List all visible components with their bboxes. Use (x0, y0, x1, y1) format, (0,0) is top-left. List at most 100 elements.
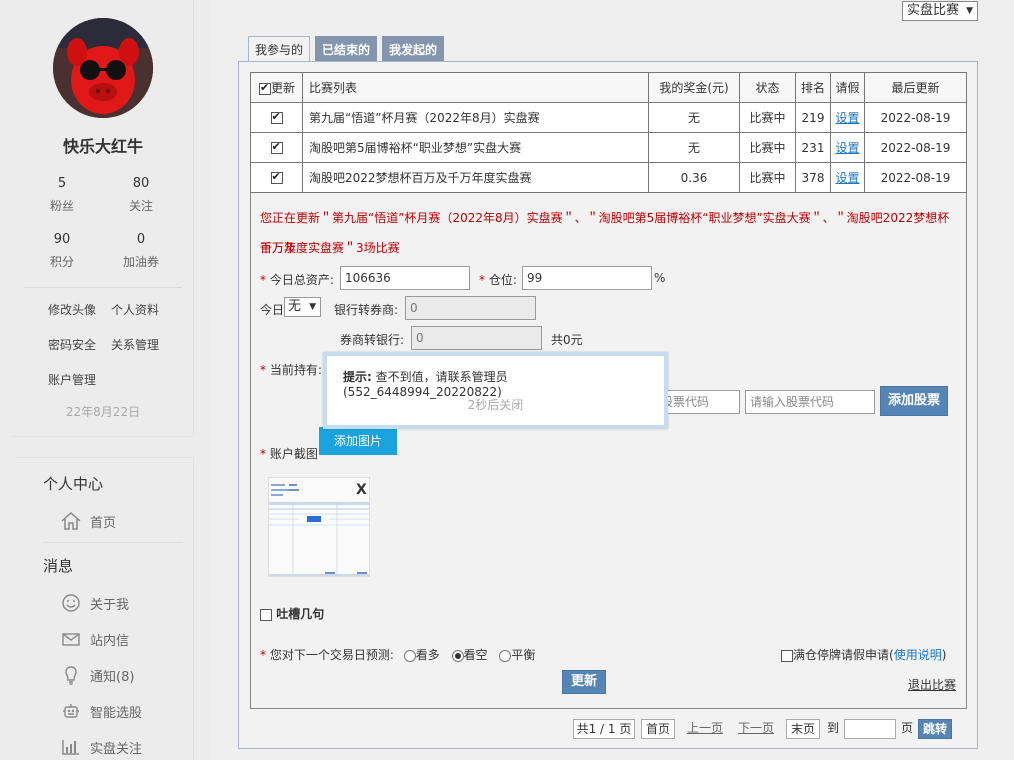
competition-type-value: 实盘比赛 (907, 3, 960, 18)
pager-last[interactable]: 末页 (786, 719, 820, 739)
screenshot-label: * 账户截图 (260, 445, 318, 462)
leave-settings-link[interactable]: 设置 (835, 111, 859, 125)
pager-prev[interactable]: 上一页 (684, 719, 726, 739)
screenshot-label-text: 账户截图 (269, 447, 318, 461)
leave-cell: 设置 (830, 132, 865, 163)
update-button[interactable]: 更新 (562, 670, 606, 694)
edit-avatar-link[interactable]: 修改头像 (48, 301, 96, 318)
nav-item-inbox-label: 站内信 (90, 633, 130, 649)
smiley-icon (60, 592, 82, 614)
status-value: 比赛中 (739, 162, 796, 193)
coupon-label: 加油券 (122, 255, 159, 269)
alert-toast: 提示: 查不到值，请联系管理员(552_6448994_20220822) 2秒… (323, 352, 668, 429)
row-checkbox[interactable] (270, 110, 283, 124)
tab-participating[interactable]: 我参与的 (248, 36, 311, 62)
competition-name[interactable]: 第九届“悟道”杯月赛（2022年8月）实盘赛 (302, 102, 649, 133)
rank-value: 378 (795, 162, 831, 193)
header-update-label: 更新 (271, 81, 296, 95)
add-stock-button[interactable]: 添加股票 (880, 386, 948, 416)
today-label: 今日 (260, 303, 285, 317)
leave-settings-link[interactable]: 设置 (835, 171, 859, 185)
last-update-value: 2022-08-19 (864, 102, 967, 133)
coupon-stat[interactable]: 0 加油券 (111, 232, 171, 270)
points-count: 90 (53, 232, 71, 247)
radio-flat-option[interactable]: 平衡 (499, 648, 535, 662)
pager-first[interactable]: 首页 (641, 719, 675, 739)
stock-code-input-2[interactable]: 请输入股票代码 (745, 390, 875, 414)
required-mark: * (260, 648, 270, 662)
toast-title: 提示: (343, 370, 372, 384)
tab-finished[interactable]: 已结束的 (315, 36, 378, 62)
bonus-value: 0.36 (648, 162, 740, 193)
follow-stat[interactable]: 80 关注 (111, 176, 171, 214)
radio-flat[interactable] (499, 649, 512, 662)
radio-bear[interactable] (451, 649, 464, 662)
prediction-label: 您对下一个交易日预测: (269, 648, 394, 662)
pager-to-label: 到 (826, 721, 839, 735)
last-update-value: 2022-08-19 (864, 162, 967, 193)
account-screenshot-thumbnail[interactable] (268, 477, 370, 577)
account-management-link[interactable]: 账户管理 (48, 371, 96, 388)
required-mark: * (479, 273, 489, 287)
avatar[interactable] (53, 18, 153, 118)
row-checkbox[interactable] (270, 140, 283, 154)
competition-name[interactable]: 淘股吧2022梦想杯百万及千万年度实盘赛 (302, 162, 649, 193)
personal-info-link[interactable]: 个人资料 (111, 301, 159, 318)
last-update-value: 2022-08-19 (864, 132, 967, 163)
lightbulb-icon (60, 664, 82, 686)
header-rank: 排名 (795, 72, 831, 103)
radio-bear-option[interactable]: 看空 (451, 648, 488, 662)
header-competition-list: 比赛列表 (302, 72, 649, 103)
coupon-count: 0 (136, 232, 146, 247)
pager-next[interactable]: 下一页 (735, 719, 777, 739)
remove-image-button[interactable]: X (356, 482, 367, 498)
nav-item-inbox[interactable]: 站内信 (60, 628, 129, 650)
nav-item-live-follow[interactable]: 实盘关注 (60, 736, 142, 758)
radio-flat-label: 平衡 (511, 648, 536, 662)
position-label-text: 仓位: (488, 273, 517, 287)
bank-to-broker-input[interactable]: 0 (405, 296, 536, 320)
tab-initiated[interactable]: 我发起的 (382, 36, 445, 62)
fans-stat[interactable]: 5 粉丝 (32, 176, 92, 214)
total-assets-label: * 今日总资产: (260, 271, 334, 288)
radio-bull[interactable] (403, 649, 416, 662)
row-checkbox[interactable] (270, 170, 283, 184)
broker-to-bank-label: 券商转银行: (340, 333, 405, 347)
bonus-value: 无 (648, 132, 740, 163)
rank-value: 219 (795, 102, 831, 133)
home-icon (60, 510, 82, 532)
leave-settings-link[interactable]: 设置 (835, 141, 859, 155)
complain-row[interactable]: 吐槽几句 (260, 605, 324, 622)
nav-item-smart-pick[interactable]: 智能选股 (60, 700, 142, 722)
pager-page-input[interactable] (844, 719, 896, 739)
join-date: 22年8月22日 (65, 405, 141, 419)
nav-card: 个人中心 首页 消息 关于我 站内信 通知(8) 智能选股 实盘关注 (16, 457, 194, 760)
add-image-button[interactable]: 添加图片 (319, 427, 397, 455)
position-input[interactable]: 99 (522, 266, 652, 290)
complain-checkbox[interactable] (260, 608, 272, 621)
radio-bear-label: 看空 (463, 648, 488, 662)
quit-competition-link[interactable]: 退出比赛 (908, 676, 956, 693)
follow-label: 关注 (128, 199, 153, 213)
table-row: 淘股吧第5届博裕杯“职业梦想”实盘大赛 无 比赛中 231 设置 2022-08… (250, 132, 967, 163)
usage-link[interactable]: 使用说明 (894, 648, 942, 662)
radio-bull-option[interactable]: 看多 (403, 648, 440, 662)
nav-item-notifications[interactable]: 通知(8) (60, 664, 134, 686)
personal-center-heading: 个人中心 (43, 475, 104, 493)
header-last-update: 最后更新 (864, 72, 967, 103)
competition-name[interactable]: 淘股吧第5届博裕杯“职业梦想”实盘大赛 (302, 132, 649, 163)
relation-management-link[interactable]: 关系管理 (111, 336, 159, 353)
pager-go-button[interactable]: 跳转 (918, 719, 952, 739)
nav-item-home[interactable]: 首页 (60, 510, 116, 532)
holdings-label: * 当前持有: (260, 361, 322, 378)
points-stat[interactable]: 90 积分 (32, 232, 92, 270)
total-assets-input[interactable]: 106636 (340, 266, 470, 290)
nav-item-about-me[interactable]: 关于我 (60, 592, 129, 614)
today-select[interactable]: 无 ▼ (284, 297, 321, 317)
select-all-checkbox[interactable] (259, 81, 271, 95)
header-status: 状态 (739, 72, 796, 103)
password-security-link[interactable]: 密码安全 (48, 336, 96, 353)
competition-type-select[interactable]: 实盘比赛 ▼ (902, 1, 978, 21)
broker-to-bank-input[interactable]: 0 (411, 326, 542, 350)
leave-apply-checkbox[interactable] (781, 649, 793, 662)
